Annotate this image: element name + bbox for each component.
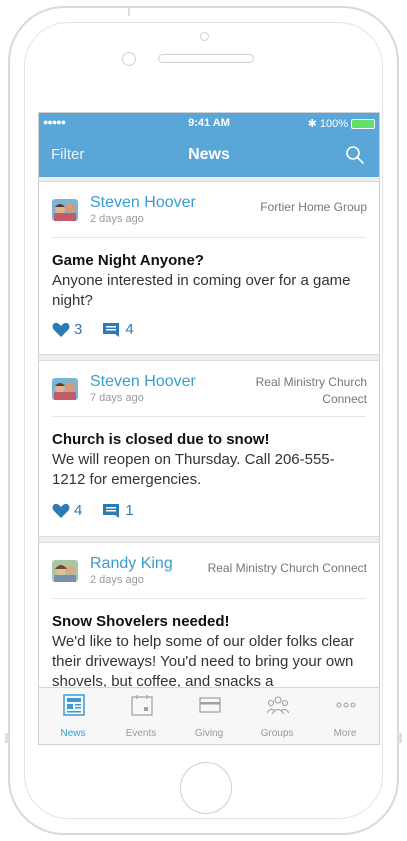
post-body: Anyone interested in coming over for a g… xyxy=(52,272,351,309)
post-group: Real Ministry Church Connect xyxy=(256,374,367,408)
tab-label: Groups xyxy=(260,728,294,739)
more-icon xyxy=(336,702,356,708)
page-title: News xyxy=(188,146,230,163)
post-author[interactable]: Steven Hoover xyxy=(90,194,196,212)
app-screen: ●●●●● 9:41 AM ✱ 100% Filter News Steven … xyxy=(38,112,380,745)
avatar xyxy=(52,199,78,221)
heart-icon[interactable] xyxy=(52,322,70,338)
home-button[interactable] xyxy=(180,762,232,814)
post-stats: 4 1 xyxy=(52,502,134,519)
tab-label: Giving xyxy=(194,728,224,739)
news-icon xyxy=(63,694,85,716)
news-post[interactable]: Steven Hoover 7 days ago Real Ministry C… xyxy=(39,360,379,537)
battery-indicator: ✱ 100% xyxy=(308,117,375,130)
post-group: Real Ministry Church Connect xyxy=(207,561,367,575)
tab-label: More xyxy=(333,728,357,739)
tab-events[interactable]: Events xyxy=(107,688,175,744)
side-button xyxy=(5,733,9,743)
comment-count: 1 xyxy=(125,502,134,519)
comment-icon[interactable] xyxy=(102,322,120,338)
post-stats: 3 4 xyxy=(52,321,134,338)
status-bar: ●●●●● 9:41 AM ✱ 100% xyxy=(39,113,379,133)
post-title: Church is closed due to snow! xyxy=(52,431,270,448)
post-time: 2 days ago xyxy=(90,574,144,586)
card-icon xyxy=(199,697,221,713)
tab-groups[interactable]: Groups xyxy=(243,688,311,744)
divider xyxy=(52,416,366,417)
news-post[interactable]: Steven Hoover 2 days ago Fortier Home Gr… xyxy=(39,181,379,355)
avatar xyxy=(52,378,78,400)
tab-giving[interactable]: Giving xyxy=(175,688,243,744)
comment-icon[interactable] xyxy=(102,503,120,519)
tab-news[interactable]: News xyxy=(39,688,107,744)
post-body: We will reopen on Thursday. Call 206-555… xyxy=(52,451,335,488)
post-time: 2 days ago xyxy=(90,213,144,225)
nav-bar: Filter News xyxy=(39,133,379,177)
post-title: Snow Shovelers needed! xyxy=(52,613,230,630)
news-feed[interactable]: Steven Hoover 2 days ago Fortier Home Gr… xyxy=(39,177,379,687)
news-post[interactable]: Randy King 2 days ago Real Ministry Chur… xyxy=(39,542,379,687)
tab-label: Events xyxy=(125,728,157,739)
speaker-grille xyxy=(158,54,254,63)
battery-icon xyxy=(351,118,375,129)
side-button xyxy=(398,733,402,743)
post-title: Game Night Anyone? xyxy=(52,252,204,269)
divider xyxy=(52,598,366,599)
post-group-line: Real Ministry Church xyxy=(255,375,367,389)
divider xyxy=(52,237,366,238)
tab-more[interactable]: More xyxy=(311,688,379,744)
tab-label: News xyxy=(60,728,86,739)
calendar-icon xyxy=(131,695,153,716)
like-count: 3 xyxy=(74,321,83,338)
like-count: 4 xyxy=(74,502,83,519)
heart-icon[interactable] xyxy=(52,503,70,519)
groups-icon xyxy=(267,696,289,715)
avatar xyxy=(52,560,78,582)
post-author[interactable]: Randy King xyxy=(90,555,173,573)
sensor xyxy=(200,32,209,41)
post-group-line: Connect xyxy=(322,392,367,406)
camera xyxy=(122,52,136,66)
post-time: 7 days ago xyxy=(90,392,144,404)
battery-percent: 100% xyxy=(319,117,348,130)
post-author[interactable]: Steven Hoover xyxy=(90,373,196,391)
search-icon[interactable] xyxy=(345,145,365,165)
bluetooth-icon: ✱ xyxy=(307,118,317,130)
post-group: Fortier Home Group xyxy=(260,200,367,214)
comment-count: 4 xyxy=(125,321,134,338)
tab-bar: News Events Giving Groups More xyxy=(39,687,379,744)
post-body: We'd like to help some of our older folk… xyxy=(52,633,354,687)
top-button xyxy=(128,6,130,16)
